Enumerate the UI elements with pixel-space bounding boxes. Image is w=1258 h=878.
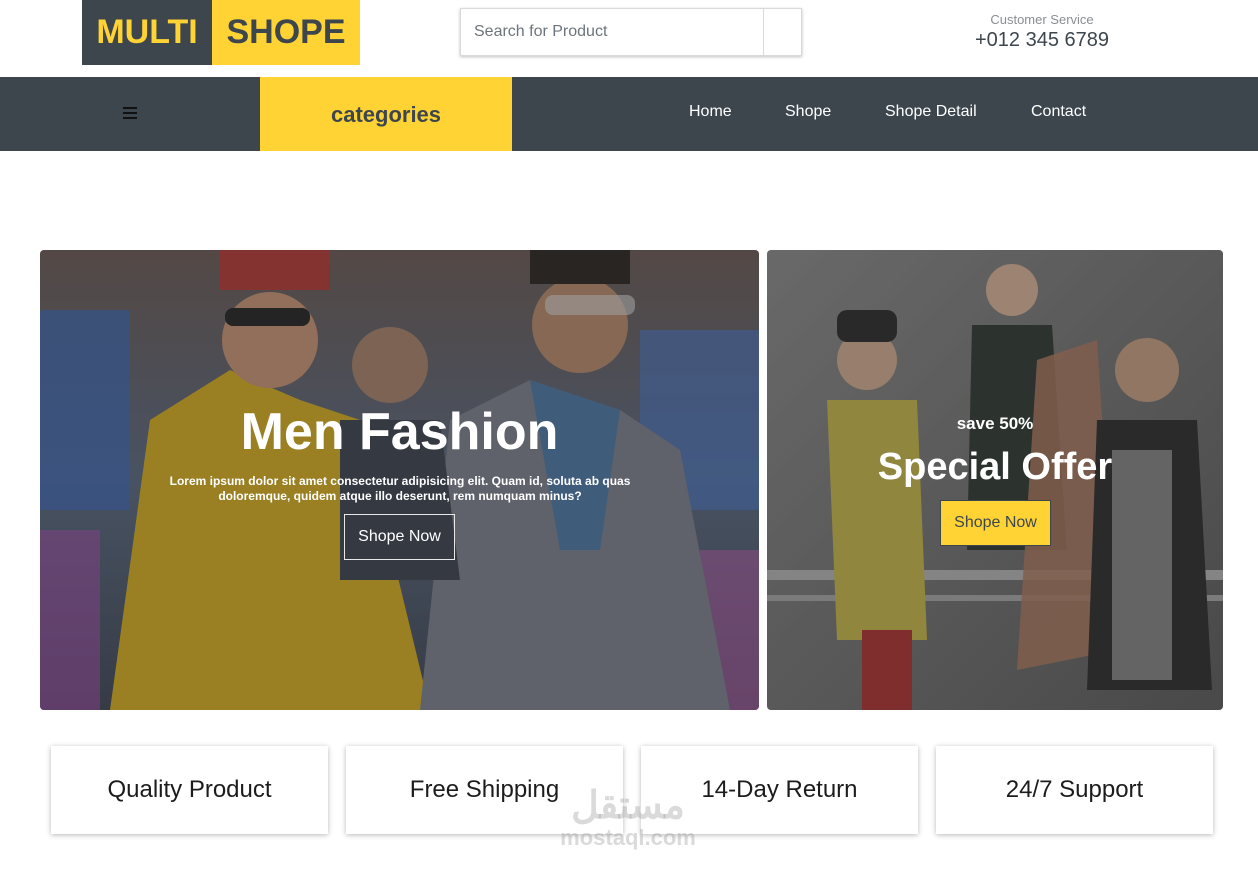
nav-link-shope-detail[interactable]: Shope Detail [885, 103, 977, 121]
customer-service-phone: +012 345 6789 [974, 29, 1110, 51]
customer-service: Customer Service +012 345 6789 [960, 12, 1124, 52]
hero-main-shop-button[interactable]: Shope Now [344, 514, 455, 560]
feature-free-shipping: Free Shipping [346, 746, 623, 834]
feature-quality-product: Quality Product [51, 746, 328, 834]
feature-24-7-support: 24/7 Support [936, 746, 1213, 834]
nav-link-shope[interactable]: Shope [785, 103, 831, 121]
hero-side-title: Special Offer [877, 446, 1113, 488]
main-navbar: categories Home Shope Shope Detail Conta… [0, 77, 1258, 151]
logo-part-shope: SHOPE [212, 0, 360, 65]
hero-special-offer: save 50% Special Offer Shope Now [767, 250, 1223, 710]
search-input[interactable] [461, 9, 763, 55]
nav-link-home[interactable]: Home [689, 103, 732, 121]
search-button[interactable] [763, 9, 801, 55]
customer-service-label: Customer Service [990, 12, 1094, 27]
hero-main-title: Men Fashion [240, 403, 559, 461]
hero-side-shop-button[interactable]: Shope Now [940, 500, 1051, 546]
logo-part-multi: MULTI [82, 0, 212, 65]
top-header: MULTI SHOPE Customer Service +012 345 67… [0, 0, 1258, 77]
categories-button[interactable]: categories [260, 77, 512, 151]
site-logo[interactable]: MULTI SHOPE [82, 0, 360, 65]
search-bar [460, 8, 802, 56]
hamburger-icon[interactable] [120, 102, 140, 124]
feature-14-day-return: 14-Day Return [641, 746, 918, 834]
hero-main-text: Lorem ipsum dolor sit amet consectetur a… [169, 474, 631, 503]
hero-side-save-text: save 50% [956, 414, 1034, 433]
hero-men-fashion: Men Fashion Lorem ipsum dolor sit amet c… [40, 250, 759, 710]
nav-link-contact[interactable]: Contact [1031, 103, 1086, 121]
